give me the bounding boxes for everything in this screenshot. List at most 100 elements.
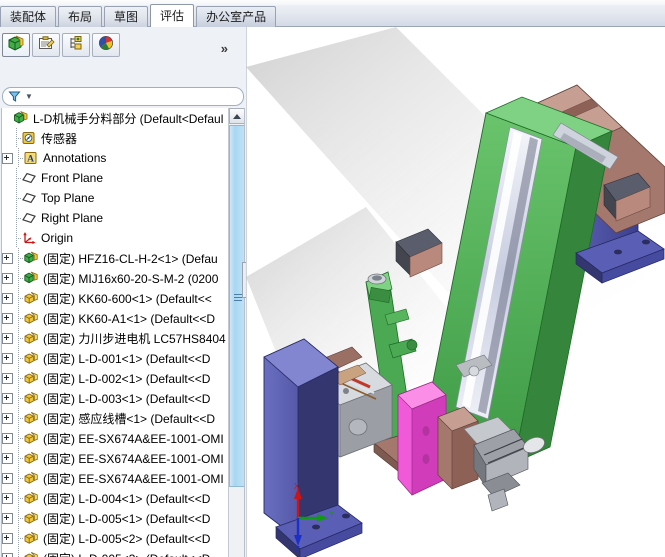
tree-row[interactable]: (固定) 感应线槽<1> (Default<<D xyxy=(2,408,230,428)
subassembly-icon xyxy=(23,530,39,546)
tree-row-label: (固定) L-D-001<1> (Default<<D xyxy=(43,351,211,366)
tree-expand-plus-icon[interactable] xyxy=(2,312,13,324)
tree-connector-line xyxy=(15,468,24,488)
tree-connector-line xyxy=(15,428,24,448)
subassembly-icon xyxy=(23,410,39,426)
assembly-icon xyxy=(13,110,29,126)
tree-expand-plus-icon[interactable] xyxy=(2,352,13,364)
tree-connector-line xyxy=(13,168,22,188)
subassembly-icon xyxy=(23,330,39,346)
feature-tree-rows[interactable]: L-D机械手分料部分 (Default<Defaul 传感器 A Annotation… xyxy=(2,108,230,557)
tree-row-label: Right Plane xyxy=(41,211,104,225)
overflow-chevron-icon[interactable]: » xyxy=(221,41,228,56)
tree-expand-plus-icon[interactable] xyxy=(2,532,13,544)
tree-row-label: (固定) 感应线槽<1> (Default<<D xyxy=(43,411,216,426)
filter-chevron-down-icon[interactable]: ▼ xyxy=(25,92,33,101)
triad-axis-x: X xyxy=(294,482,302,518)
tree-connector-line xyxy=(15,348,24,368)
graphics-viewport[interactable]: X Y Z xyxy=(246,27,665,557)
color-sphere-icon xyxy=(97,35,115,56)
tree-row[interactable]: (固定) EE-SX674A&EE-1001-OMI xyxy=(2,428,230,448)
tree-row-label: Top Plane xyxy=(41,191,95,205)
tree-connector-line xyxy=(15,268,24,288)
tree-row[interactable]: (固定) KK60-A1<1> (Default<<D xyxy=(2,308,230,328)
tab-evaluate[interactable]: 评估 xyxy=(150,4,195,27)
tree-expand-plus-icon[interactable] xyxy=(2,452,13,464)
tree-expand-plus-icon[interactable] xyxy=(2,292,13,304)
tree-row[interactable]: (固定) KK60-600<1> (Default<< xyxy=(2,288,230,308)
tree-row[interactable]: (固定) L-D-002<1> (Default<<D xyxy=(2,368,230,388)
tree-row[interactable]: (固定) MIJ16x60-20-S-M-2 (0200 xyxy=(2,268,230,288)
tree-row[interactable]: 传感器 xyxy=(2,128,230,148)
tree-expand-plus-icon[interactable] xyxy=(2,552,13,557)
tab-office-products-label: 办公室产品 xyxy=(206,10,267,24)
tree-connector-line xyxy=(15,508,24,528)
tree-expand-plus-icon[interactable] xyxy=(2,492,13,504)
tree-row[interactable]: A Annotations xyxy=(2,148,230,168)
tree-row[interactable]: (固定) EE-SX674A&EE-1001-OMI xyxy=(2,448,230,468)
plane-icon xyxy=(21,210,37,226)
tree-row-label: (固定) EE-SX674A&EE-1001-OMI xyxy=(43,431,224,446)
tree-row-label: (固定) EE-SX674A&EE-1001-OMI xyxy=(43,471,224,486)
subassembly-icon xyxy=(23,490,39,506)
tree-row[interactable]: Right Plane xyxy=(2,208,230,228)
tree-filter-bar[interactable]: ▼ xyxy=(2,87,244,106)
tree-expand-plus-icon[interactable] xyxy=(2,152,13,164)
tree-row[interactable]: (固定) L-D-004<1> (Default<<D xyxy=(2,488,230,508)
subassembly-icon xyxy=(23,550,39,557)
tab-assembly[interactable]: 装配体 xyxy=(0,6,57,27)
tree-row[interactable]: (固定) 力川步进电机 LC57HS8404 xyxy=(2,328,230,348)
clipboard-icon xyxy=(37,35,55,56)
display-manager-tab[interactable] xyxy=(92,33,120,57)
configuration-icon xyxy=(67,35,85,56)
subassembly-icon xyxy=(23,370,39,386)
tree-expand-plus-icon[interactable] xyxy=(2,392,13,404)
tab-sketch[interactable]: 草图 xyxy=(104,6,149,27)
command-manager-tabstrip: 装配体 布局 草图 评估 办公室产品 xyxy=(0,0,665,27)
tab-layout[interactable]: 布局 xyxy=(58,6,103,27)
tree-row[interactable]: (固定) L-D-005<1> (Default<<D xyxy=(2,508,230,528)
tab-layout-label: 布局 xyxy=(68,10,93,24)
scroll-up-button[interactable] xyxy=(229,108,244,124)
tree-row[interactable]: (固定) L-D-005<2> (Default<<D xyxy=(2,528,230,548)
tree-row[interactable]: (固定) HFZ16-CL-H-2<1> (Defau xyxy=(2,248,230,268)
property-manager-tab[interactable] xyxy=(32,33,60,57)
feature-tree: L-D机械手分料部分 (Default<Defaul 传感器 A Annotation… xyxy=(1,108,245,557)
tree-row-root[interactable]: L-D机械手分料部分 (Default<Defaul xyxy=(2,108,230,128)
triangle-up-icon xyxy=(233,113,241,119)
tree-expand-plus-icon[interactable] xyxy=(2,412,13,424)
configuration-manager-tab[interactable] xyxy=(62,33,90,57)
tree-row[interactable]: Origin xyxy=(2,228,230,248)
tree-expand-plus-icon[interactable] xyxy=(2,332,13,344)
tree-connector-line xyxy=(15,308,24,328)
tree-expand-plus-icon[interactable] xyxy=(2,252,13,264)
tree-row[interactable]: (固定) L-D-005<3> (Default<<D xyxy=(2,548,230,557)
svg-text:X: X xyxy=(294,482,300,491)
tree-row[interactable]: (固定) L-D-001<1> (Default<<D xyxy=(2,348,230,368)
tree-expand-plus-icon[interactable] xyxy=(2,512,13,524)
tree-row-label: Front Plane xyxy=(41,171,104,185)
feature-manager-tab[interactable] xyxy=(2,33,30,57)
subassembly-icon xyxy=(23,450,39,466)
tree-connector-line xyxy=(15,368,24,388)
tree-row[interactable]: Front Plane xyxy=(2,168,230,188)
tree-expand-plus-icon[interactable] xyxy=(2,272,13,284)
tree-expand-plus-icon[interactable] xyxy=(2,472,13,484)
tree-connector-line xyxy=(13,188,22,208)
tree-vertical-scrollbar[interactable] xyxy=(228,108,244,557)
subassembly-icon xyxy=(23,350,39,366)
tree-row[interactable]: (固定) L-D-003<1> (Default<<D xyxy=(2,388,230,408)
part-icon xyxy=(23,270,39,286)
tree-expand-plus-icon[interactable] xyxy=(2,432,13,444)
plane-icon xyxy=(21,170,37,186)
scroll-thumb[interactable] xyxy=(229,125,244,487)
tree-row-label: (固定) KK60-600<1> (Default<< xyxy=(43,291,212,306)
tab-office-products[interactable]: 办公室产品 xyxy=(196,6,277,27)
tree-row[interactable]: Top Plane xyxy=(2,188,230,208)
tree-row-label: (固定) EE-SX674A&EE-1001-OMI xyxy=(43,451,224,466)
tree-row-label: (固定) L-D-002<1> (Default<<D xyxy=(43,371,211,386)
tree-expand-plus-icon[interactable] xyxy=(2,372,13,384)
tree-row[interactable]: (固定) EE-SX674A&EE-1001-OMI xyxy=(2,468,230,488)
